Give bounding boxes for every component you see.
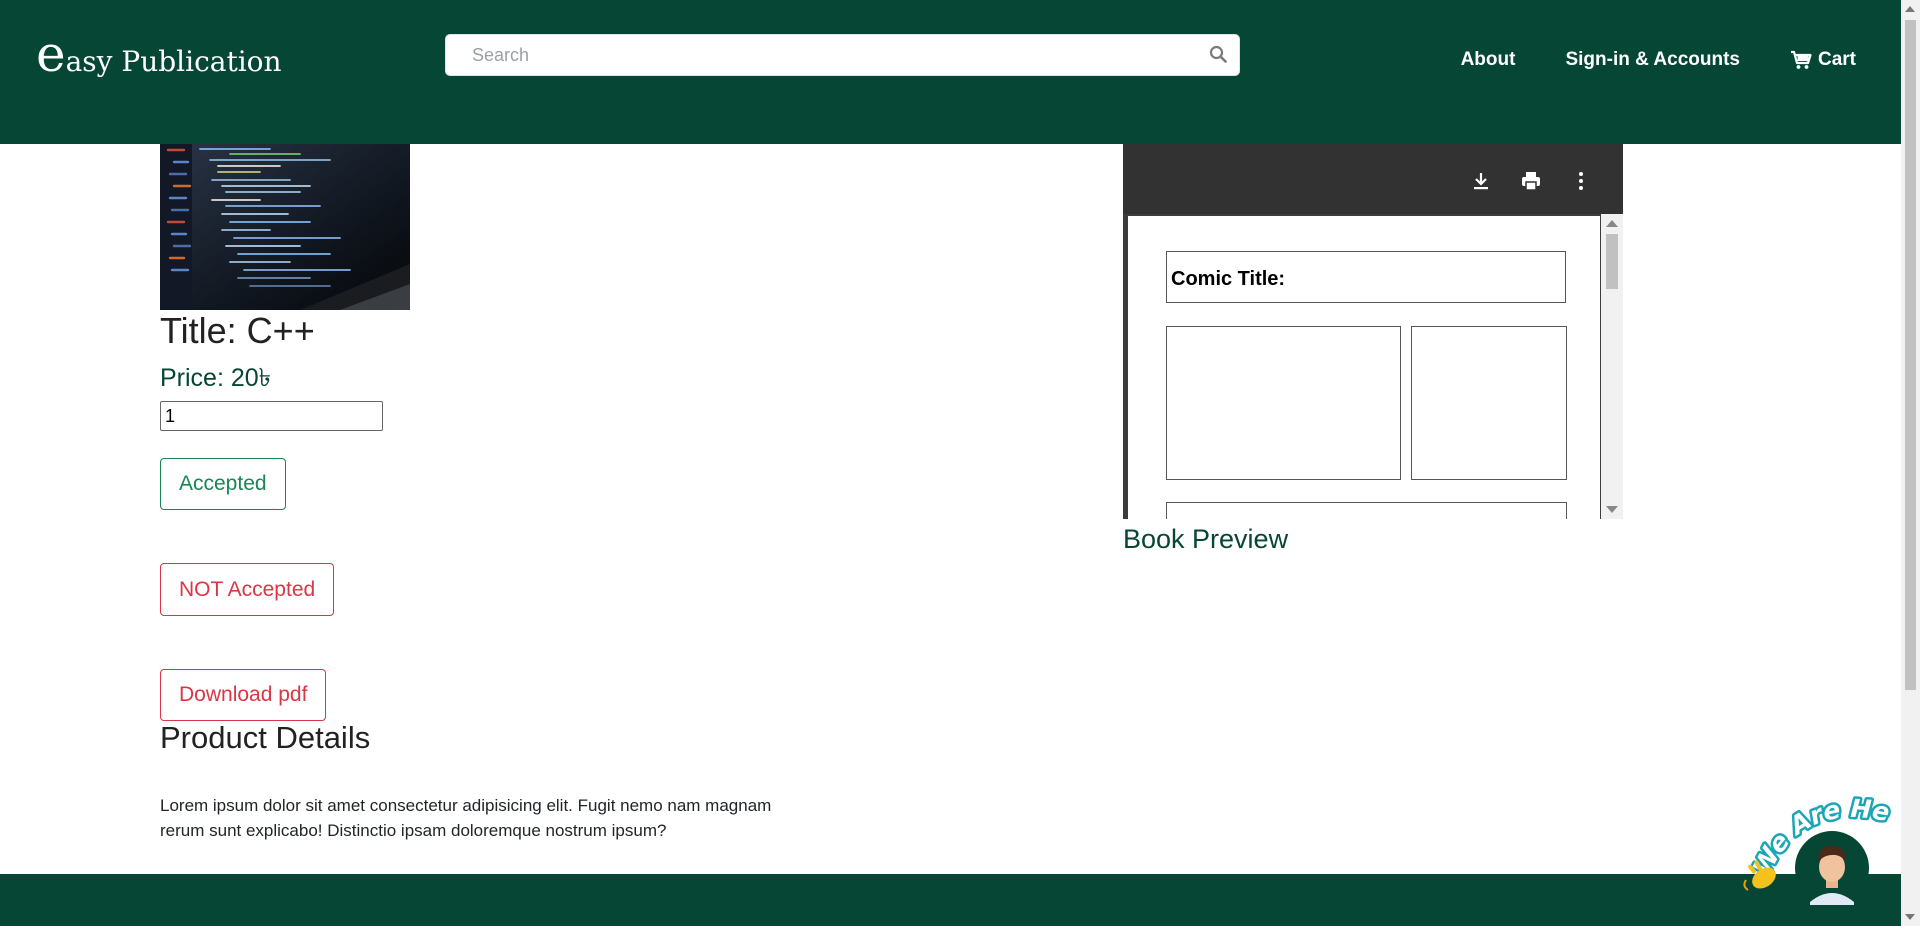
product-price: Price: 20৳ [160,364,272,392]
more-vertical-icon[interactable] [1569,169,1593,193]
scroll-up-arrow[interactable] [1606,220,1618,227]
chat-widget[interactable]: We Are Here! [1729,755,1900,910]
footer [0,874,1901,926]
quantity-input[interactable] [160,401,383,431]
scroll-down-arrow[interactable] [1606,506,1618,513]
download-pdf-button[interactable]: Download pdf [160,669,327,721]
comic-panel [1411,326,1567,480]
comic-panel [1166,326,1401,480]
comic-panel [1166,502,1567,519]
pdf-toolbar [1123,144,1623,214]
book-preview-label: Book Preview [1123,524,1289,554]
accepted-button[interactable]: Accepted [160,458,286,510]
product-details-text: Lorem ipsum dolor sit amet consectetur a… [160,796,772,840]
page-scrollbar[interactable] [1901,0,1920,926]
product-details-heading: Product Details [160,720,371,755]
pdf-page: Comic Title: [1128,216,1600,519]
not-accepted-button[interactable]: NOT Accepted [160,563,335,616]
cart-icon [1790,50,1812,69]
comic-title-label: Comic Title: [1171,268,1286,290]
brand-logo[interactable]: easy Publication [36,24,282,84]
page-scroll-down-arrow[interactable] [1905,914,1915,920]
nav-about-link[interactable]: About [1461,49,1516,71]
download-icon[interactable] [1469,169,1493,193]
search-bar [445,34,1240,76]
nav-signin-link[interactable]: Sign-in & Accounts [1565,49,1740,71]
book-cover-image [160,144,410,310]
navbar: easy Publication About Sign-in & Account… [0,0,1901,144]
brand-initial: e [36,25,66,83]
pdf-viewer: Comic Title: [1123,144,1623,519]
brand-name: asy Publication [65,45,282,78]
search-icon[interactable] [1209,45,1227,68]
nav-cart-link[interactable]: Cart [1790,49,1856,71]
page-scroll-thumb[interactable] [1905,20,1916,690]
search-input[interactable] [470,35,1194,75]
product-title: Title: C++ [160,310,315,351]
scroll-thumb[interactable] [1606,234,1618,289]
page-scroll-up-arrow[interactable] [1905,6,1915,12]
avatar [1795,831,1869,905]
print-icon[interactable] [1519,169,1543,193]
comic-title-box: Comic Title: [1166,251,1566,303]
nav-links: About Sign-in & Accounts Cart [1411,49,1856,71]
pdf-scrollbar[interactable] [1601,214,1623,519]
cart-label: Cart [1817,49,1856,70]
